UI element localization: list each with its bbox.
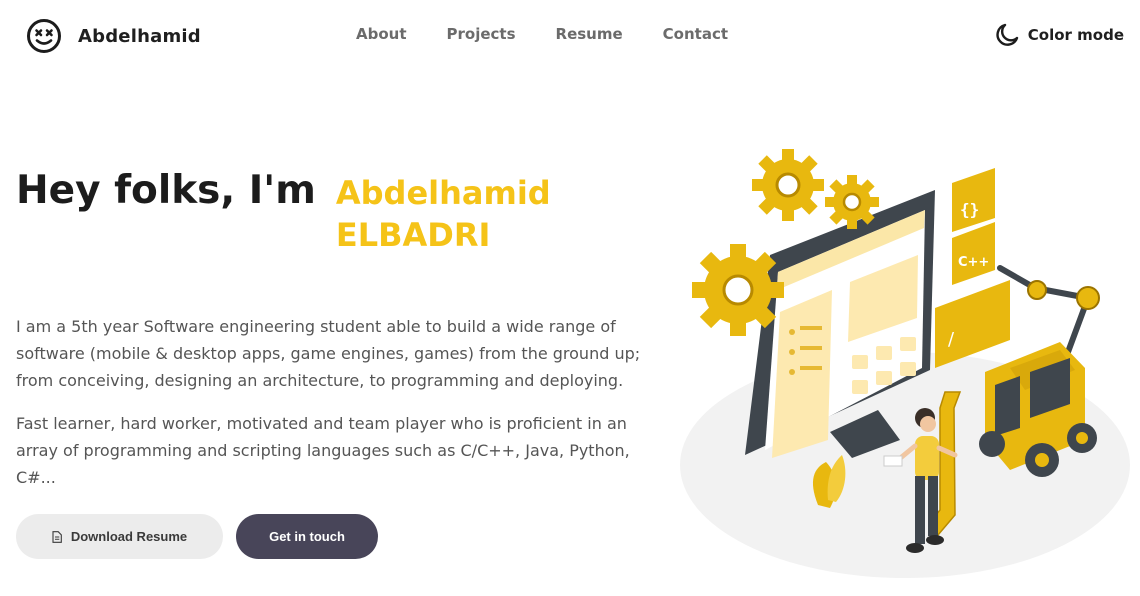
nav-link-contact[interactable]: Contact bbox=[663, 25, 728, 43]
get-in-touch-label: Get in touch bbox=[269, 529, 345, 544]
slash-label: / bbox=[948, 329, 955, 350]
smiley-face-icon bbox=[27, 19, 61, 53]
code-card-cpp: C++ bbox=[952, 222, 995, 285]
brand[interactable]: Abdelhamid bbox=[26, 18, 201, 54]
robot-arm-joint-1 bbox=[1027, 280, 1047, 300]
download-resume-label: Download Resume bbox=[70, 529, 188, 544]
gear-large bbox=[692, 244, 784, 336]
color-mode-label: Color mode bbox=[1027, 26, 1124, 44]
robot-arm bbox=[997, 265, 1091, 355]
nav-link-projects[interactable]: Projects bbox=[447, 25, 516, 43]
gear-medium bbox=[752, 149, 824, 221]
code-card-slash: / bbox=[935, 280, 1010, 368]
nav-links: About Projects Resume Contact bbox=[356, 25, 768, 43]
document-icon bbox=[52, 530, 62, 543]
cpp-label: C++ bbox=[958, 255, 989, 270]
download-resume-button[interactable]: Download Resume bbox=[16, 514, 223, 559]
gear-small bbox=[825, 175, 879, 229]
hero-greeting: Hey folks, I'm bbox=[16, 168, 316, 213]
moon-icon bbox=[996, 23, 1018, 46]
color-mode-toggle[interactable]: Color mode bbox=[994, 22, 1124, 48]
robot-arm-joint-2 bbox=[1076, 286, 1100, 310]
top-navbar: Abdelhamid About Projects Resume Contact… bbox=[0, 0, 1140, 70]
bio-paragraph-2: Fast learner, hard worker, motivated and… bbox=[16, 414, 630, 487]
bio-paragraph-1: I am a 5th year Software engineering stu… bbox=[16, 317, 641, 390]
hero-name: Abdelhamid ELBADRI bbox=[335, 174, 551, 254]
hero-title: Hey folks, I'm Abdelhamid ELBADRI bbox=[16, 168, 576, 256]
nav-link-about[interactable]: About bbox=[356, 25, 407, 43]
get-in-touch-button[interactable]: Get in touch bbox=[236, 514, 378, 559]
nav-link-resume[interactable]: Resume bbox=[556, 25, 623, 43]
braces-label: {} bbox=[960, 200, 979, 219]
brand-name: Abdelhamid bbox=[78, 25, 201, 47]
monitor-sidebar bbox=[772, 290, 832, 458]
developer-illustration: {} C++ / bbox=[680, 149, 1130, 578]
code-card-braces: {} bbox=[952, 168, 995, 232]
